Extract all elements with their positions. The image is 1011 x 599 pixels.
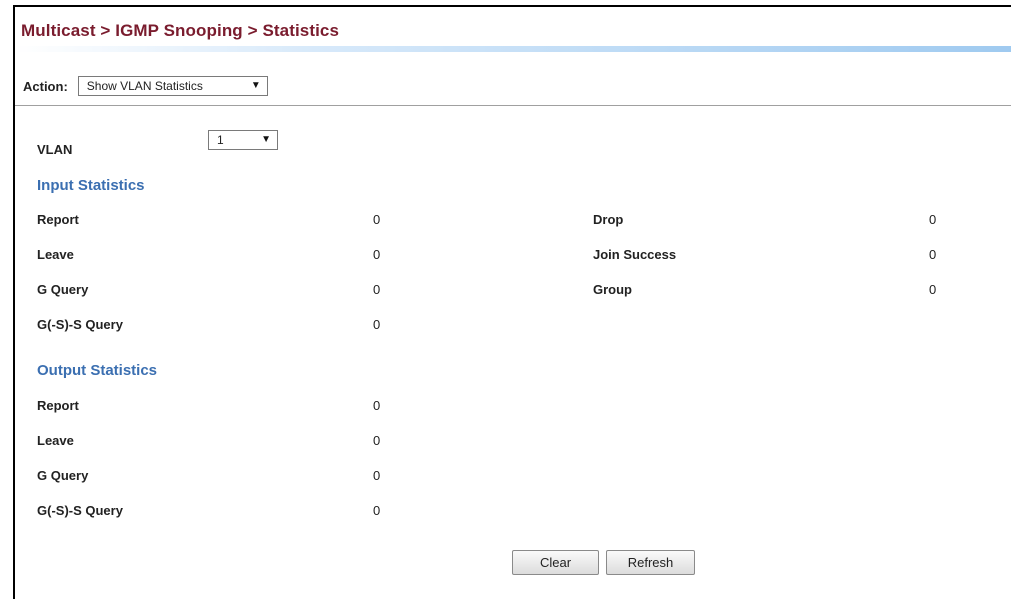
input-group-label: Group	[593, 282, 632, 297]
input-gss-query-label: G(-S)-S Query	[37, 317, 123, 332]
input-drop-value: 0	[929, 212, 937, 227]
title-underline	[15, 46, 1011, 52]
vlan-select[interactable]: 1 ▼	[208, 130, 278, 150]
dropdown-arrow-icon: ▼	[261, 134, 271, 145]
action-label: Action:	[23, 78, 68, 94]
input-join-success-value: 0	[929, 247, 937, 262]
input-join-success-label: Join Success	[593, 247, 677, 262]
divider	[15, 105, 1011, 106]
output-gss-query-label: G(-S)-S Query	[37, 503, 123, 518]
action-select[interactable]: Show VLAN Statistics ▼	[77, 76, 268, 96]
input-statistics-title: Input Statistics	[37, 177, 145, 194]
output-report-label: Report	[37, 398, 79, 413]
output-report-value: 0	[373, 398, 381, 413]
input-report-label: Report	[37, 212, 79, 227]
vlan-select-value: 1	[217, 133, 224, 147]
vlan-label: VLAN	[37, 142, 73, 157]
input-g-query-value: 0	[373, 282, 381, 297]
output-leave-label: Leave	[37, 433, 74, 448]
input-group-value: 0	[929, 282, 937, 297]
refresh-button[interactable]: Refresh	[606, 550, 695, 575]
input-leave-value: 0	[373, 247, 381, 262]
action-select-value: Show VLAN Statistics	[86, 79, 203, 93]
input-g-query-label: G Query	[37, 282, 89, 297]
input-report-value: 0	[373, 212, 381, 227]
input-leave-label: Leave	[37, 247, 74, 262]
main-panel: Multicast > IGMP Snooping > Statistics A…	[13, 5, 1011, 599]
clear-button[interactable]: Clear	[512, 550, 599, 575]
page-title: Multicast > IGMP Snooping > Statistics	[21, 21, 340, 40]
dropdown-arrow-icon: ▼	[250, 80, 261, 91]
output-leave-value: 0	[373, 433, 381, 448]
input-gss-query-value: 0	[373, 317, 381, 332]
output-g-query-value: 0	[373, 468, 381, 483]
output-gss-query-value: 0	[373, 503, 381, 518]
action-row: Action: Show VLAN Statistics ▼	[23, 76, 268, 96]
output-g-query-label: G Query	[37, 468, 89, 483]
input-drop-label: Drop	[593, 212, 624, 227]
output-statistics-title: Output Statistics	[37, 362, 158, 379]
